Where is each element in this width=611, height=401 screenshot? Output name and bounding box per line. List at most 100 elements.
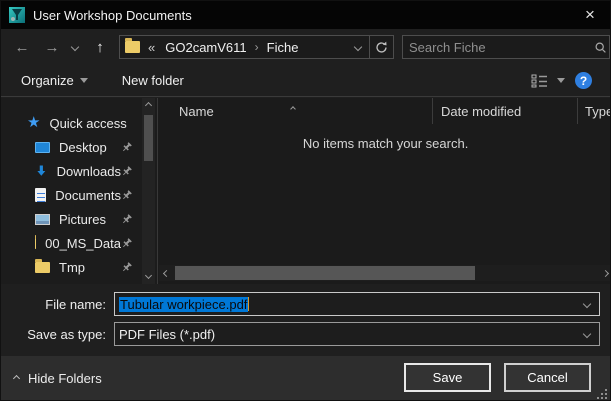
- chevron-down-icon[interactable]: [583, 300, 591, 308]
- breadcrumb-separator-icon: ›: [251, 40, 263, 54]
- scrollbar-thumb[interactable]: [144, 115, 153, 161]
- sidebar-item-label: Quick access: [49, 116, 126, 131]
- scroll-left-icon[interactable]: [159, 271, 173, 276]
- back-icon[interactable]: ←: [7, 39, 37, 56]
- app-icon: [9, 7, 25, 23]
- dialog-footer: Hide Folders Save Cancel: [1, 356, 610, 401]
- pin-icon: [121, 165, 133, 177]
- column-header-date-modified[interactable]: Date modified: [433, 98, 578, 124]
- breadcrumb-item[interactable]: Fiche: [263, 40, 303, 55]
- scroll-down-icon[interactable]: [145, 272, 152, 279]
- app-icon-glyph: [9, 7, 25, 23]
- empty-list-message: No items match your search.: [158, 136, 611, 151]
- organize-dropdown-icon: [80, 78, 88, 83]
- save-as-type-value: PDF Files (*.pdf): [119, 327, 215, 342]
- address-bar[interactable]: « GO2camV611 › Fiche: [119, 35, 394, 59]
- sidebar-item-label: Documents: [55, 188, 121, 203]
- hide-folders-label: Hide Folders: [28, 371, 102, 386]
- horizontal-scrollbar[interactable]: [159, 265, 611, 281]
- desktop-icon: [35, 142, 50, 153]
- navigation-pane: ★ Quick access Desktop Downloads: [1, 98, 158, 284]
- pin-icon: [121, 261, 133, 273]
- file-name-label: File name:: [1, 297, 106, 312]
- save-button[interactable]: Save: [404, 363, 491, 392]
- text-caret: [248, 297, 249, 311]
- folder-icon: [35, 262, 50, 273]
- column-label: Name: [179, 104, 214, 119]
- file-list: Name Date modified Type No items match y…: [158, 98, 611, 284]
- organize-button[interactable]: Organize: [11, 65, 98, 96]
- save-as-dialog: User Workshop Documents × ← → ↑ « GO2cam…: [0, 0, 611, 401]
- chevron-up-icon: [13, 375, 20, 382]
- pin-icon: [121, 237, 133, 249]
- resize-grip[interactable]: [597, 389, 607, 399]
- column-headers: Name Date modified Type: [158, 98, 611, 124]
- sidebar-item-desktop[interactable]: Desktop: [1, 135, 157, 159]
- save-as-type-row: Save as type: PDF Files (*.pdf): [1, 321, 610, 347]
- download-icon: [35, 164, 48, 178]
- sidebar-item-quick-access[interactable]: ★ Quick access: [1, 111, 157, 135]
- pin-icon: [121, 189, 133, 201]
- command-toolbar: Organize New folder ?: [1, 65, 610, 97]
- scrollbar-thumb[interactable]: [175, 266, 475, 280]
- content-area: ★ Quick access Desktop Downloads: [1, 98, 610, 284]
- breadcrumb-folder-icon: [125, 41, 140, 53]
- hide-folders-button[interactable]: Hide Folders: [14, 371, 102, 386]
- save-fields: File name: Tubular workpiece.pdf Save as…: [1, 284, 610, 356]
- navigation-bar: ← → ↑ « GO2camV611 › Fiche: [1, 29, 610, 65]
- sidebar-item-label: Pictures: [59, 212, 106, 227]
- recent-locations-icon[interactable]: [67, 44, 83, 50]
- column-header-name[interactable]: Name: [158, 98, 433, 124]
- sidebar-item-pictures[interactable]: Pictures: [1, 207, 157, 231]
- window-title: User Workshop Documents: [33, 8, 192, 23]
- document-icon: [35, 188, 46, 202]
- forward-icon[interactable]: →: [37, 39, 67, 56]
- scroll-right-icon[interactable]: [598, 271, 611, 276]
- organize-label: Organize: [21, 73, 74, 88]
- breadcrumb-item[interactable]: GO2camV611: [161, 40, 250, 55]
- new-folder-button[interactable]: New folder: [112, 65, 194, 96]
- close-icon[interactable]: ×: [570, 1, 610, 29]
- save-as-type-select[interactable]: PDF Files (*.pdf): [114, 322, 600, 346]
- sidebar-item-label: Tmp: [59, 260, 85, 275]
- details-view-icon: [531, 74, 549, 88]
- sidebar-scrollbar[interactable]: [142, 98, 155, 284]
- chevron-down-icon[interactable]: [583, 330, 591, 338]
- pin-icon: [121, 213, 133, 225]
- help-icon[interactable]: ?: [575, 72, 592, 89]
- sidebar-item-downloads[interactable]: Downloads: [1, 159, 157, 183]
- folder-icon: [35, 238, 36, 249]
- refresh-icon[interactable]: [369, 36, 393, 58]
- sidebar-item-label: Downloads: [57, 164, 121, 179]
- file-name-input[interactable]: Tubular workpiece.pdf: [114, 292, 600, 316]
- column-label: Date modified: [441, 104, 521, 119]
- address-dropdown-icon[interactable]: [347, 36, 369, 58]
- address-bar-controls: [347, 36, 393, 58]
- file-name-value: Tubular workpiece.pdf: [119, 297, 248, 312]
- save-as-type-label: Save as type:: [1, 327, 106, 342]
- sidebar-item-tmp[interactable]: Tmp: [1, 255, 157, 279]
- view-mode-dropdown-icon: [557, 78, 565, 83]
- sidebar-item-00-ms-data[interactable]: 00_MS_Data: [1, 231, 157, 255]
- search-icon[interactable]: [591, 41, 609, 54]
- scroll-up-icon[interactable]: [145, 102, 152, 109]
- breadcrumb-overflow[interactable]: «: [148, 40, 155, 55]
- up-icon[interactable]: ↑: [83, 39, 117, 56]
- title-bar: User Workshop Documents ×: [1, 1, 610, 29]
- new-folder-label: New folder: [122, 73, 184, 88]
- pin-icon: [121, 141, 133, 153]
- picture-icon: [35, 214, 50, 225]
- sidebar-item-documents[interactable]: Documents: [1, 183, 157, 207]
- quick-access-star-icon: ★: [27, 116, 40, 130]
- sort-ascending-icon: [291, 99, 295, 114]
- view-mode-button[interactable]: [531, 74, 565, 88]
- column-header-type[interactable]: Type: [578, 98, 611, 124]
- toolbar-right: ?: [531, 72, 610, 89]
- cancel-button[interactable]: Cancel: [504, 363, 591, 392]
- column-label: Type: [585, 104, 611, 119]
- search-input[interactable]: [403, 40, 591, 55]
- sidebar-item-label: 00_MS_Data: [45, 236, 121, 251]
- search-box: [402, 35, 610, 59]
- file-name-row: File name: Tubular workpiece.pdf: [1, 291, 610, 317]
- sidebar-item-label: Desktop: [59, 140, 107, 155]
